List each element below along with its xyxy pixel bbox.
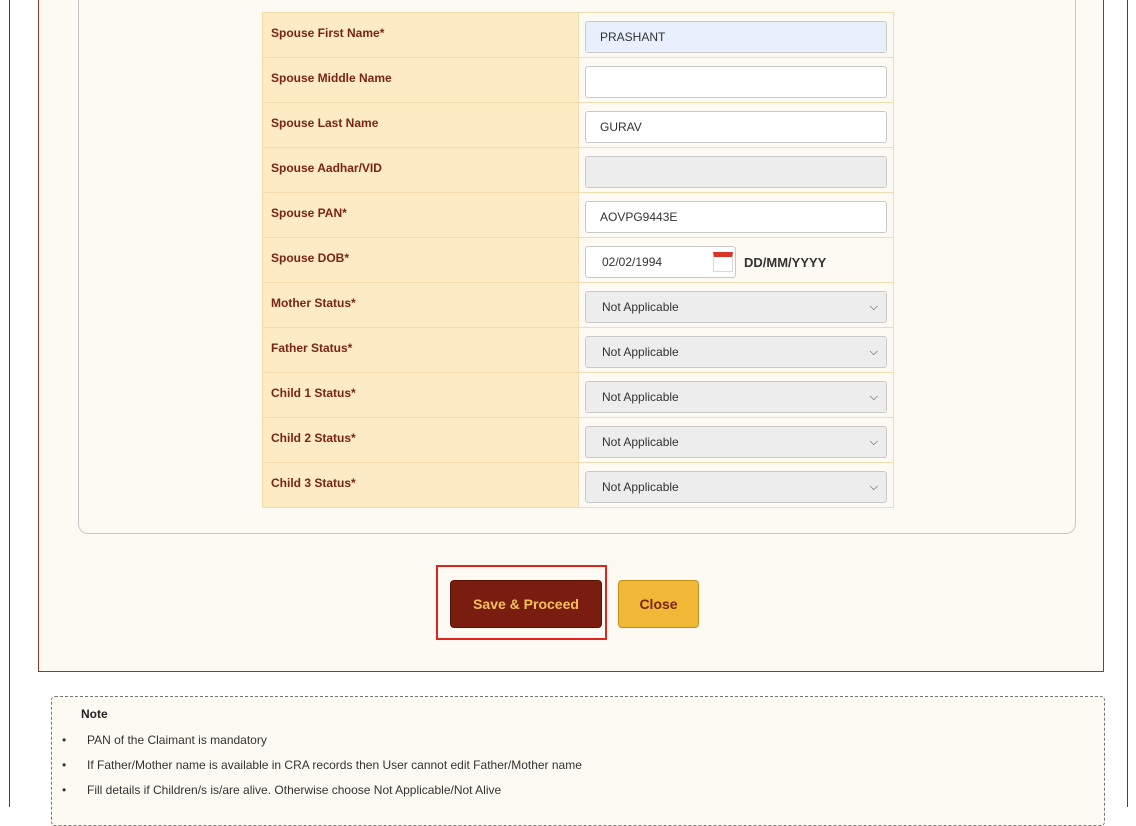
form-row-spouse-pan: Spouse PAN* AOVPG9443E	[262, 192, 894, 238]
page-frame: Spouse First Name* PRASHANT Spouse Middl…	[0, 0, 1136, 826]
selected-value: Not Applicable	[602, 480, 679, 494]
form-row-father-status: Father Status* Not Applicable ⌵	[262, 327, 894, 373]
note-title: Note	[81, 707, 108, 721]
field-label: Spouse Aadhar/VID	[262, 147, 579, 193]
chevron-down-icon: ⌵	[869, 480, 878, 493]
child-2-status-select[interactable]: Not Applicable ⌵	[585, 426, 887, 458]
field-label: Spouse First Name*	[262, 12, 579, 58]
note-item: Fill details if Children/s is/are alive.…	[52, 783, 582, 808]
spouse-middle-name-input[interactable]	[585, 66, 887, 98]
mother-status-select[interactable]: Not Applicable ⌵	[585, 291, 887, 323]
spouse-aadhar-input	[585, 156, 887, 188]
spouse-dob-value: 02/02/1994	[602, 255, 663, 269]
field-label: Child 1 Status*	[262, 372, 579, 418]
field-label: Father Status*	[262, 327, 579, 373]
form-row-child-2-status: Child 2 Status* Not Applicable ⌵	[262, 417, 894, 463]
chevron-down-icon: ⌵	[869, 390, 878, 403]
form-row-spouse-middle-name: Spouse Middle Name	[262, 57, 894, 103]
field-label: Spouse PAN*	[262, 192, 579, 238]
selected-value: Not Applicable	[602, 390, 679, 404]
note-item: PAN of the Claimant is mandatory	[52, 733, 582, 758]
father-status-select[interactable]: Not Applicable ⌵	[585, 336, 887, 368]
spouse-last-name-input[interactable]: GURAV	[585, 111, 887, 143]
chevron-down-icon: ⌵	[869, 300, 878, 313]
form-row-child-1-status: Child 1 Status* Not Applicable ⌵	[262, 372, 894, 418]
selected-value: Not Applicable	[602, 300, 679, 314]
selected-value: Not Applicable	[602, 345, 679, 359]
chevron-down-icon: ⌵	[869, 435, 878, 448]
form-row-spouse-first-name: Spouse First Name* PRASHANT	[262, 12, 894, 58]
frame-border-left	[9, 0, 10, 807]
child-1-status-select[interactable]: Not Applicable ⌵	[585, 381, 887, 413]
field-label: Child 2 Status*	[262, 417, 579, 463]
save-and-proceed-button[interactable]: Save & Proceed	[450, 580, 602, 628]
chevron-down-icon: ⌵	[869, 345, 878, 358]
calendar-icon[interactable]	[713, 252, 733, 272]
spouse-details-table: Spouse First Name* PRASHANT Spouse Middl…	[262, 12, 894, 508]
spouse-dob-input[interactable]: 02/02/1994	[585, 246, 736, 278]
frame-border-right	[1127, 0, 1128, 807]
form-row-mother-status: Mother Status* Not Applicable ⌵	[262, 282, 894, 328]
note-item: If Father/Mother name is available in CR…	[52, 758, 582, 783]
child-3-status-select[interactable]: Not Applicable ⌵	[585, 471, 887, 503]
date-format-hint: DD/MM/YYYY	[744, 254, 827, 270]
note-list: PAN of the Claimant is mandatory If Fath…	[52, 733, 582, 808]
form-row-spouse-dob: Spouse DOB* 02/02/1994 DD/MM/YYYY	[262, 237, 894, 283]
field-label: Spouse Last Name	[262, 102, 579, 148]
spouse-pan-input[interactable]: AOVPG9443E	[585, 201, 887, 233]
form-row-child-3-status: Child 3 Status* Not Applicable ⌵	[262, 462, 894, 508]
form-row-spouse-aadhar: Spouse Aadhar/VID	[262, 147, 894, 193]
form-row-spouse-last-name: Spouse Last Name GURAV	[262, 102, 894, 148]
field-label: Spouse DOB*	[262, 237, 579, 283]
spouse-first-name-input[interactable]: PRASHANT	[585, 21, 887, 53]
close-button[interactable]: Close	[618, 580, 699, 628]
field-label: Child 3 Status*	[262, 462, 579, 508]
field-label: Mother Status*	[262, 282, 579, 328]
selected-value: Not Applicable	[602, 435, 679, 449]
field-label: Spouse Middle Name	[262, 57, 579, 103]
